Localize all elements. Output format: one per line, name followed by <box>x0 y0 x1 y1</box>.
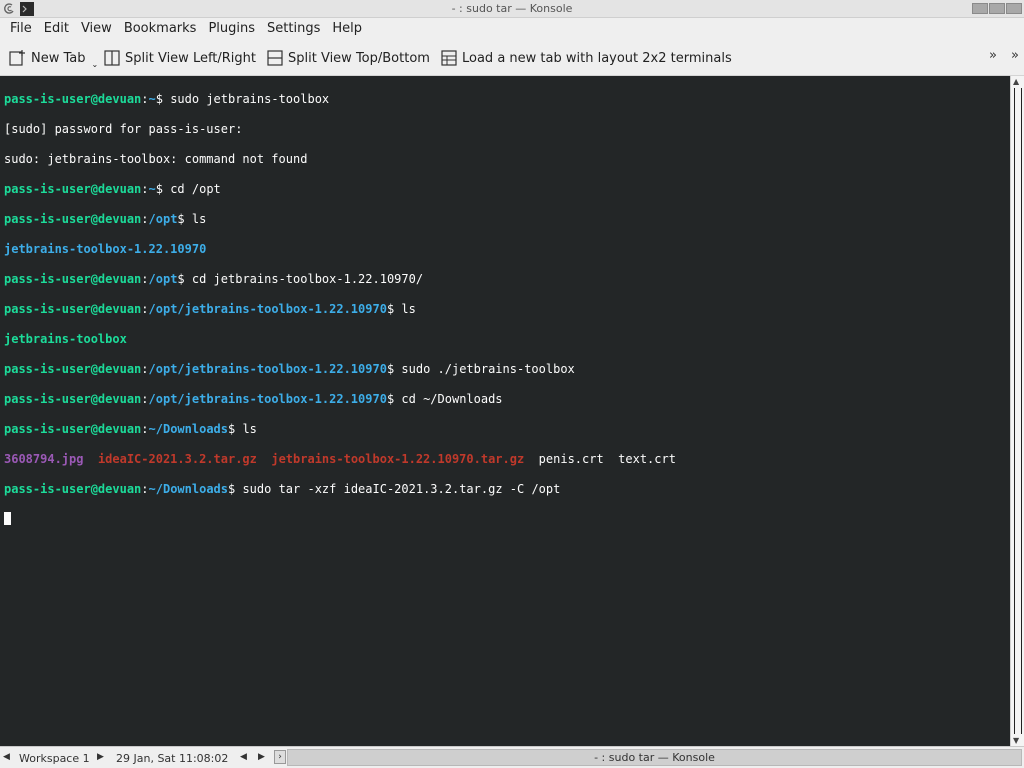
split-top-bottom-button[interactable]: Split View Top/Bottom <box>267 46 430 70</box>
scroll-down-icon[interactable]: ▼ <box>1013 736 1019 745</box>
terminal-output: pass-is-user@devuan:~$ sudo jetbrains-to… <box>4 77 676 557</box>
new-tab-icon <box>9 50 25 66</box>
menu-bookmarks[interactable]: Bookmarks <box>118 18 203 40</box>
terminal-line <box>4 512 676 527</box>
grid-layout-icon <box>441 50 457 66</box>
prompt-path: ~/Downloads <box>148 422 228 436</box>
terminal-line: sudo: jetbrains-toolbox: command not fou… <box>4 152 676 167</box>
text-cursor <box>4 512 11 525</box>
taskbar: ◀ Workspace 1 ▶ 29 Jan, Sat 11:08:02 ◀ ▶… <box>0 746 1024 768</box>
terminal-view[interactable]: pass-is-user@devuan:~$ sudo jetbrains-to… <box>0 76 1010 746</box>
menu-plugins[interactable]: Plugins <box>202 18 261 40</box>
command-text: ls <box>191 212 207 226</box>
split-top-bottom-label: Split View Top/Bottom <box>288 50 430 66</box>
split-horizontal-icon <box>267 50 283 66</box>
terminal-line: pass-is-user@devuan:~/Downloads$ sudo ta… <box>4 482 561 496</box>
prompt-user: pass-is-user@devuan <box>4 392 142 406</box>
prompt-path: ~/Downloads <box>148 482 228 496</box>
file-entry: penis.crt <box>538 452 604 466</box>
toolbar-overflow-icon[interactable]: » <box>989 48 997 63</box>
terminal-scrollbar[interactable]: ▲ ▼ <box>1010 76 1024 746</box>
file-entry: text.crt <box>618 452 676 466</box>
menu-view[interactable]: View <box>75 18 118 40</box>
prompt-path: /opt <box>148 212 178 226</box>
menu-settings[interactable]: Settings <box>261 18 326 40</box>
workspace-label[interactable]: Workspace 1 <box>19 752 90 765</box>
command-text: cd /opt <box>170 182 221 196</box>
executable-entry: jetbrains-toolbox <box>4 332 127 346</box>
title-bar: - : sudo tar — Konsole <box>0 0 1024 18</box>
maximize-icon[interactable] <box>989 3 1005 14</box>
scroll-up-icon[interactable]: ▲ <box>1013 77 1019 86</box>
directory-entry: jetbrains-toolbox-1.22.10970 <box>4 242 207 256</box>
new-tab-button[interactable]: New Tab ⌄ <box>8 46 98 70</box>
toolbar-overflow-icon-2[interactable]: » <box>1011 48 1019 63</box>
terminal-line: pass-is-user@devuan:/opt/jetbrains-toolb… <box>4 392 503 406</box>
terminal-line: pass-is-user@devuan:/opt/jetbrains-toolb… <box>4 302 416 316</box>
layout-2x2-label: Load a new tab with layout 2x2 terminals <box>462 50 732 66</box>
menu-file[interactable]: File <box>4 18 38 40</box>
workspace-prev-icon[interactable]: ◀ <box>3 752 10 762</box>
close-icon[interactable] <box>1006 3 1022 14</box>
menu-bar: File Edit View Bookmarks Plugins Setting… <box>0 18 1024 40</box>
split-vertical-icon <box>104 50 120 66</box>
prompt-path: /opt/jetbrains-toolbox-1.22.10970 <box>148 392 387 406</box>
prompt-user: pass-is-user@devuan <box>4 92 142 106</box>
terminal-line: pass-is-user@devuan:/opt$ ls <box>4 212 207 226</box>
terminal-line: 3608794.jpg ideaIC-2021.3.2.tar.gz jetbr… <box>4 452 676 467</box>
file-entry: ideaIC-2021.3.2.tar.gz <box>97 452 257 466</box>
new-tab-label: New Tab <box>31 50 86 66</box>
terminal-line: pass-is-user@devuan:~$ cd /opt <box>4 182 221 196</box>
command-text: ls <box>242 422 257 436</box>
prompt-user: pass-is-user@devuan <box>4 212 142 226</box>
prompt-user: pass-is-user@devuan <box>4 272 142 286</box>
menu-help[interactable]: Help <box>326 18 368 40</box>
terminal-line: [sudo] password for pass-is-user: <box>4 122 676 137</box>
task-prev-icon[interactable]: ◀ <box>240 752 247 762</box>
layout-2x2-button[interactable]: Load a new tab with layout 2x2 terminals <box>441 46 732 70</box>
clock: 29 Jan, Sat 11:08:02 <box>116 752 229 765</box>
prompt-user: pass-is-user@devuan <box>4 302 142 316</box>
prompt-path: ~ <box>148 182 156 196</box>
prompt-user: pass-is-user@devuan <box>4 362 142 376</box>
split-left-right-label: Split View Left/Right <box>125 50 257 66</box>
command-text: sudo jetbrains-toolbox <box>170 92 330 106</box>
prompt-path: /opt/jetbrains-toolbox-1.22.10970 <box>148 362 387 376</box>
workspace-next-icon[interactable]: ▶ <box>97 752 104 762</box>
command-text: sudo tar -xzf ideaIC-2021.3.2.tar.gz -C … <box>242 482 561 496</box>
terminal-line: pass-is-user@devuan:/opt$ cd jetbrains-t… <box>4 272 424 286</box>
minimize-icon[interactable] <box>972 3 988 14</box>
split-left-right-button[interactable]: Split View Left/Right <box>104 46 256 70</box>
terminal-line: pass-is-user@devuan:~$ sudo jetbrains-to… <box>4 92 330 106</box>
file-entry: jetbrains-toolbox-1.22.10970.tar.gz <box>271 452 525 466</box>
dropdown-arrow-icon[interactable]: ⌄ <box>92 60 99 69</box>
command-text: sudo ./jetbrains-toolbox <box>401 362 575 376</box>
file-entry: 3608794.jpg <box>4 452 84 466</box>
prompt-path: ~ <box>148 92 156 106</box>
prompt-user: pass-is-user@devuan <box>4 182 142 196</box>
command-text: cd ~/Downloads <box>401 392 503 406</box>
terminal-line: pass-is-user@devuan:~/Downloads$ ls <box>4 422 257 436</box>
terminal-line: jetbrains-toolbox-1.22.10970 <box>4 242 676 257</box>
toolbar: New Tab ⌄ Split View Left/Right Split Vi… <box>0 40 1024 76</box>
task-next-icon[interactable]: ▶ <box>258 752 265 762</box>
command-text: ls <box>401 302 416 316</box>
menu-edit[interactable]: Edit <box>38 18 75 40</box>
prompt-user: pass-is-user@devuan <box>4 422 142 436</box>
prompt-path: /opt/jetbrains-toolbox-1.22.10970 <box>148 302 387 316</box>
output-text: [sudo] password for pass-is-user: <box>4 122 243 136</box>
scrollbar-track[interactable] <box>1014 88 1022 734</box>
terminal-line: pass-is-user@devuan:/opt/jetbrains-toolb… <box>4 362 575 376</box>
window-title: - : sudo tar — Konsole <box>451 2 573 15</box>
taskbar-window-button[interactable]: - : sudo tar — Konsole <box>287 749 1022 766</box>
command-text: cd jetbrains-toolbox-1.22.10970/ <box>191 272 424 286</box>
output-text: sudo: jetbrains-toolbox: command not fou… <box>4 152 308 166</box>
prompt-user: pass-is-user@devuan <box>4 482 142 496</box>
task-list-expand-icon[interactable]: › <box>274 750 286 764</box>
prompt-path: /opt <box>148 272 178 286</box>
terminal-line: jetbrains-toolbox <box>4 332 676 347</box>
